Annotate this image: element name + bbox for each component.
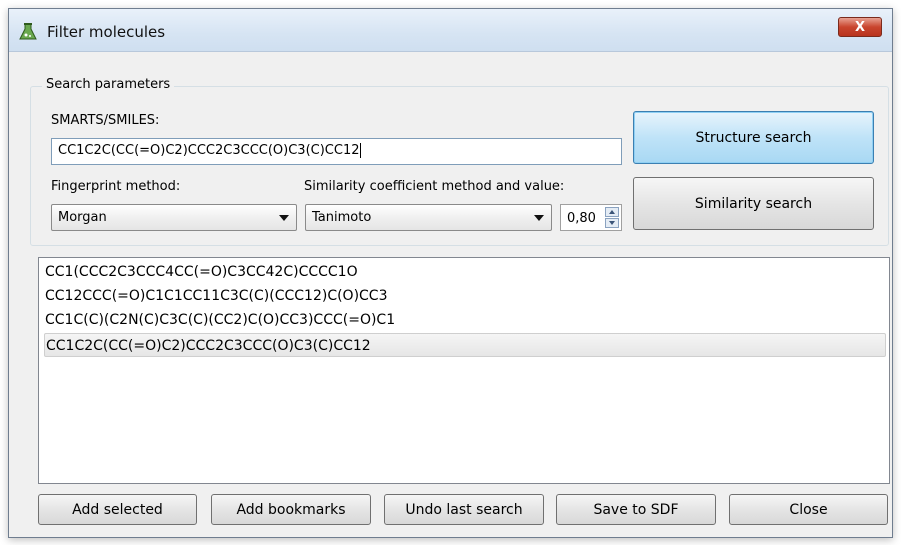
add-selected-label: Add selected bbox=[72, 501, 163, 518]
spin-buttons bbox=[605, 207, 619, 228]
similarity-value-spinbox[interactable]: 0,80 bbox=[560, 204, 622, 231]
undo-last-search-label: Undo last search bbox=[405, 501, 523, 518]
list-item[interactable]: CC12CCC(=O)C1C1CC11C3C(C)(CCC12)C(O)CC3 bbox=[44, 284, 886, 308]
smarts-smiles-value: CC1C2C(CC(=O)C2)CCC2C3CCC(O)C3(C)CC12 bbox=[58, 143, 360, 158]
chevron-down-icon bbox=[279, 215, 289, 221]
similarity-search-button[interactable]: Similarity search bbox=[633, 177, 874, 230]
similarity-method-label: Similarity coefficient method and value: bbox=[304, 179, 565, 194]
similarity-method-select[interactable]: Tanimoto bbox=[305, 204, 552, 231]
add-selected-button[interactable]: Add selected bbox=[38, 494, 197, 525]
save-to-sdf-button[interactable]: Save to SDF bbox=[556, 494, 716, 525]
close-label: Close bbox=[789, 501, 828, 518]
spin-up-icon[interactable] bbox=[605, 207, 619, 217]
close-window-button[interactable]: X bbox=[838, 17, 882, 37]
list-item[interactable]: CC1(CCC2C3CCC4CC(=O)C3CC42C)CCCC1O bbox=[44, 260, 886, 284]
flask-icon bbox=[19, 23, 37, 40]
similarity-value: 0,80 bbox=[567, 211, 596, 226]
search-parameters-title: Search parameters bbox=[42, 77, 175, 92]
fingerprint-selected-value: Morgan bbox=[58, 210, 107, 225]
undo-last-search-button[interactable]: Undo last search bbox=[384, 494, 544, 525]
filter-molecules-dialog: Filter molecules X Search parameters SMA… bbox=[8, 8, 893, 538]
text-caret bbox=[359, 143, 361, 158]
save-to-sdf-label: Save to SDF bbox=[593, 501, 679, 518]
window-title: Filter molecules bbox=[47, 23, 166, 41]
spin-down-icon[interactable] bbox=[605, 218, 619, 228]
smarts-smiles-input[interactable]: CC1C2C(CC(=O)C2)CCC2C3CCC(O)C3(C)CC12 bbox=[51, 138, 622, 165]
add-bookmarks-button[interactable]: Add bookmarks bbox=[211, 494, 371, 525]
title-bar: Filter molecules X bbox=[9, 9, 892, 52]
chevron-down-icon bbox=[534, 215, 544, 221]
list-item[interactable]: CC1C(C)(C2N(C)C3C(C)(CC2)C(O)CC3)CCC(=O)… bbox=[44, 308, 886, 332]
fingerprint-method-select[interactable]: Morgan bbox=[51, 204, 297, 231]
similarity-search-label: Similarity search bbox=[694, 195, 813, 212]
add-bookmarks-label: Add bookmarks bbox=[236, 501, 346, 518]
structure-search-button[interactable]: Structure search bbox=[633, 111, 874, 164]
smarts-smiles-label: SMARTS/SMILES: bbox=[51, 113, 160, 128]
fingerprint-method-label: Fingerprint method: bbox=[51, 179, 181, 194]
similarity-selected-value: Tanimoto bbox=[312, 210, 372, 225]
structure-search-label: Structure search bbox=[695, 129, 812, 146]
results-list[interactable]: CC1(CCC2C3CCC4CC(=O)C3CC42C)CCCC1O CC12C… bbox=[38, 257, 890, 484]
list-item-selected[interactable]: CC1C2C(CC(=O)C2)CCC2C3CCC(O)C3(C)CC12 bbox=[44, 333, 886, 357]
close-button[interactable]: Close bbox=[729, 494, 888, 525]
close-icon: X bbox=[854, 19, 866, 35]
